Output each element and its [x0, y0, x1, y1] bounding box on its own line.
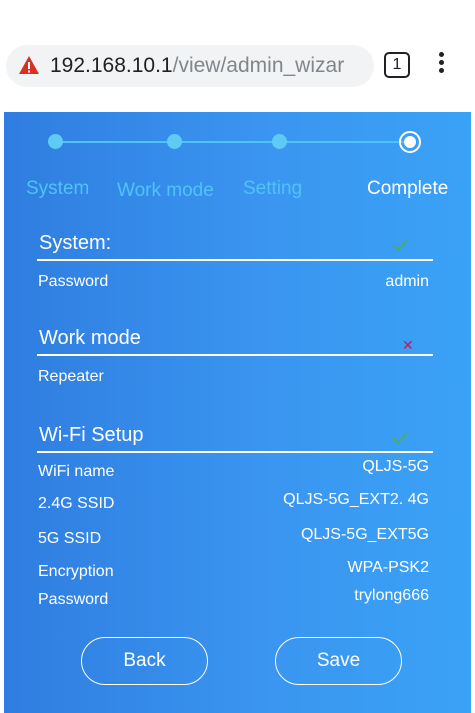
url-host: 192.168.10.1 [50, 54, 173, 77]
row-value-5g-ssid: QLJS-5G_EXT5G [300, 526, 429, 543]
section-divider [37, 451, 433, 453]
warning-triangle-icon[interactable] [18, 55, 40, 75]
row-label-24g-ssid: 2.4G SSID [38, 495, 115, 512]
row-value-24g-ssid: QLJS-5G_EXT2. 4G [283, 491, 429, 508]
step-progress-line [56, 141, 414, 143]
section-divider [37, 259, 433, 261]
row-label-wifi-name: WiFi name [38, 463, 115, 480]
step-dot-complete [399, 131, 421, 153]
wizard-panel: System Work mode Setting Complete System… [4, 112, 471, 713]
check-icon [392, 432, 408, 444]
step-label-complete: Complete [367, 178, 449, 199]
step-label-work-mode: Work mode [117, 180, 214, 201]
section-divider [37, 354, 433, 356]
cross-icon: ✕ [402, 337, 414, 353]
more-vert-icon[interactable] [437, 52, 445, 78]
section-title-wifi-setup: Wi-Fi Setup [39, 424, 144, 446]
address-bar[interactable]: 192.168.10.1/view/admin_wizar [6, 45, 374, 87]
tab-switcher-button[interactable]: 1 [384, 52, 410, 78]
back-button[interactable]: Back [81, 637, 208, 685]
row-value-wifi-password: trylong666 [354, 587, 429, 604]
row-value-encryption: WPA-PSK2 [347, 559, 430, 576]
section-title-work-mode: Work mode [39, 327, 141, 349]
check-icon [392, 239, 408, 251]
step-label-setting: Setting [243, 178, 303, 199]
row-label-repeater: Repeater [38, 368, 104, 385]
row-value-wifi-name: QLJS-5G [362, 458, 429, 475]
step-dot-setting [272, 134, 287, 149]
save-button[interactable]: Save [275, 637, 402, 685]
row-value-password: admin [385, 273, 429, 290]
browser-toolbar: 192.168.10.1/view/admin_wizar 1 [0, 0, 475, 112]
url-text: 192.168.10.1/view/admin_wizar [50, 54, 370, 78]
step-label-system: System [26, 178, 90, 199]
step-dot-work-mode [167, 134, 182, 149]
row-label-wifi-password: Password [38, 591, 109, 608]
section-title-system: System: [39, 232, 112, 254]
row-label-5g-ssid: 5G SSID [38, 530, 102, 547]
step-dot-system [48, 134, 63, 149]
row-label-password: Password [38, 273, 109, 290]
url-path: /view/admin_wizar [172, 54, 345, 77]
row-label-encryption: Encryption [38, 563, 114, 580]
